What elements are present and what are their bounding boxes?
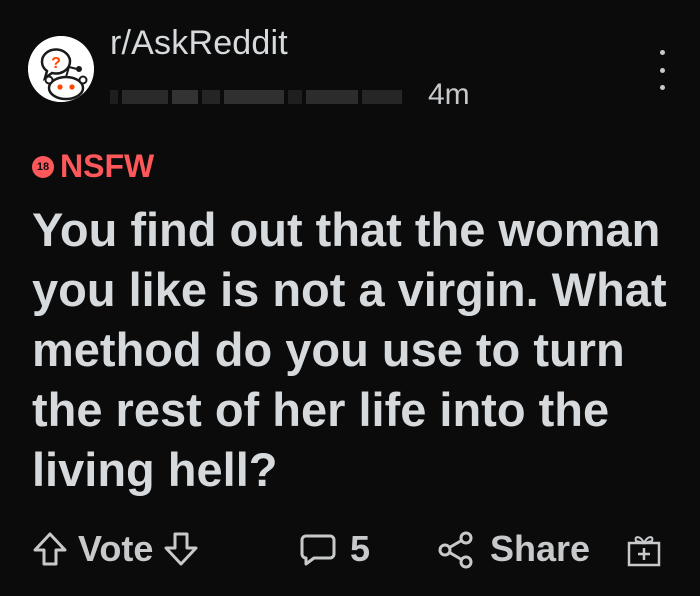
award-button[interactable] [626, 532, 662, 568]
post-title[interactable]: You find out that the woman you like is … [32, 200, 672, 500]
vote-label: Vote [78, 528, 154, 569]
post-actions: Vote 5 Share [0, 522, 700, 582]
author-redacted [110, 88, 422, 106]
subreddit-avatar[interactable]: ? [28, 36, 94, 102]
svg-text:?: ? [51, 55, 61, 72]
comment-bubble-icon [300, 534, 336, 566]
post-card: ? r/AskReddit 4m 18 NSFW You find out th… [0, 0, 700, 596]
share-button[interactable]: Share [436, 528, 590, 570]
nsfw-18-icon: 18 [32, 155, 54, 178]
more-options-button[interactable] [652, 50, 672, 90]
share-nodes-icon [438, 531, 473, 569]
comments-button[interactable]: 5 [298, 528, 370, 570]
post-timestamp: 4m [428, 78, 470, 111]
arrow-down-icon[interactable] [161, 529, 201, 569]
nsfw-label: NSFW [60, 148, 155, 184]
vote-control: Vote [30, 528, 201, 570]
askreddit-snoo-icon: ? [28, 36, 94, 102]
more-vertical-icon [659, 50, 665, 55]
nsfw-tag: 18 NSFW [32, 148, 154, 185]
comment-count: 5 [350, 528, 371, 569]
gift-award-icon [627, 536, 661, 567]
subreddit-name[interactable]: r/AskReddit [110, 24, 288, 63]
arrow-up-icon[interactable] [30, 529, 70, 569]
post-meta: 4m [110, 78, 510, 114]
share-label: Share [490, 528, 591, 569]
